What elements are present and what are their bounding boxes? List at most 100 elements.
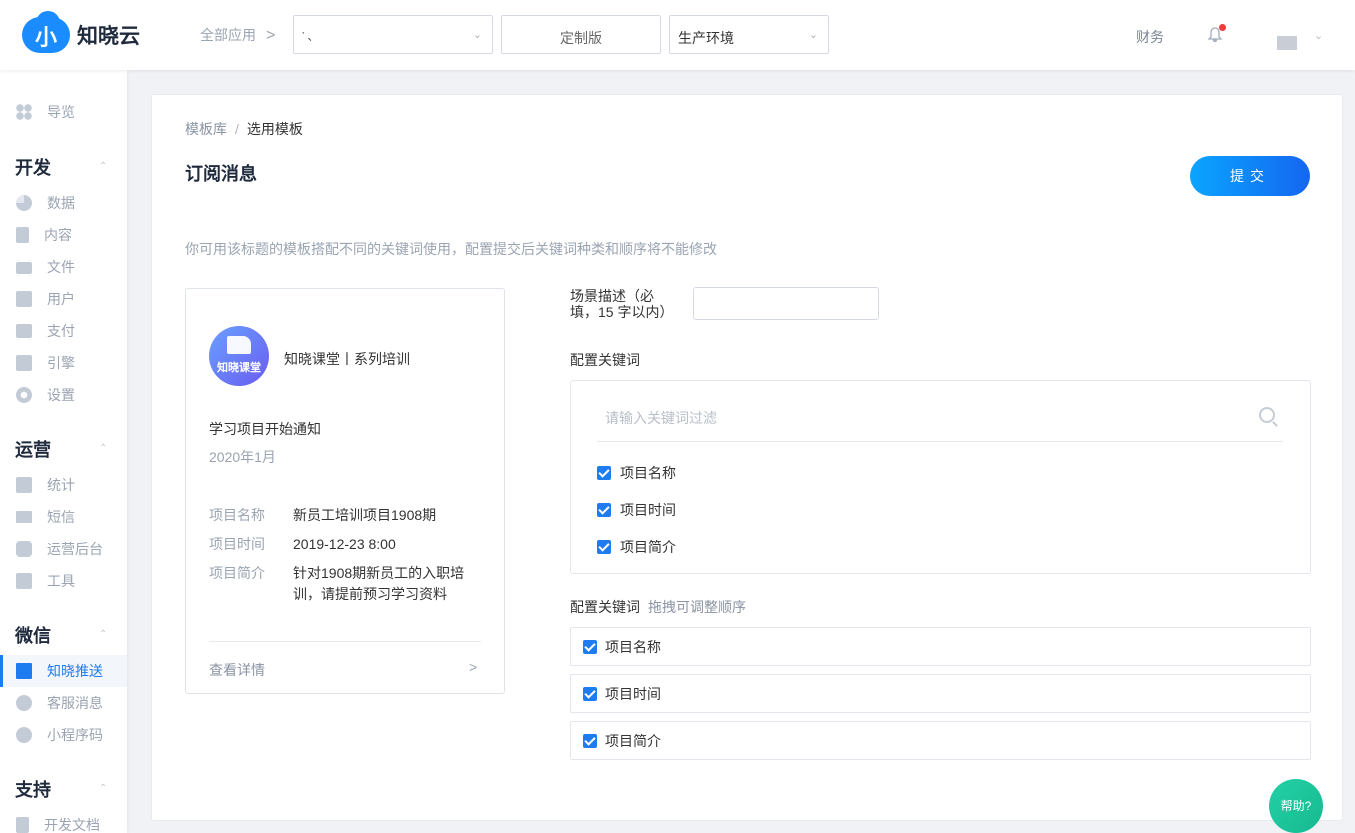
sidebar-item-overview[interactable]: 导览 (0, 96, 127, 128)
sidebar-item-tools[interactable]: 工具 (0, 565, 127, 597)
help-button[interactable]: 帮助? (1269, 779, 1323, 833)
sidebar-item-label: 工具 (47, 573, 75, 589)
group-dev[interactable]: 开发 (15, 154, 51, 180)
checkbox-checked-icon[interactable] (583, 733, 597, 748)
mail-icon (16, 511, 32, 523)
breadcrumb-current: 选用模板 (246, 121, 303, 137)
order-hint: 拖拽可调整顺序 (648, 599, 746, 615)
environment-select[interactable]: 生产环境 ⌄ (669, 15, 829, 54)
sidebar-item-pay[interactable]: 支付 (0, 315, 127, 347)
sidebar-item-files[interactable]: 文件 (0, 251, 127, 283)
headset-icon (16, 695, 32, 711)
top-bar: 小 知晓云 全部应用 > ‵ 、 ⌄ 定制版 生产环境 ⌄ 财务 ⌄ (0, 0, 1355, 70)
sidebar-item-label: 数据 (47, 195, 75, 211)
group-wechat[interactable]: 微信 (15, 622, 51, 648)
chevron-right-icon: > (266, 27, 276, 44)
order-item[interactable]: 项目简介 (570, 721, 1311, 760)
wrench-icon (16, 573, 32, 589)
sidebar-item-miniprogram[interactable]: 小程序码 (0, 719, 127, 751)
order-label-text: 配置关键词 (570, 599, 640, 615)
backend-icon (16, 541, 32, 557)
chevron-down-icon: ⌄ (808, 29, 818, 41)
keyword-filter-placeholder[interactable]: 请输入关键词过滤 (605, 408, 717, 428)
course-logo: 知晓课堂 (209, 326, 269, 386)
checkbox-checked-icon[interactable] (597, 466, 611, 480)
scene-label: 场景描述（必填，15 字以内） (570, 288, 674, 320)
sidebar-item-engine[interactable]: 引擎 (0, 347, 127, 379)
preview-key: 项目简介 (209, 565, 265, 581)
keyword-option-label: 项目名称 (620, 465, 676, 481)
chevron-up-icon[interactable]: ⌃ (99, 161, 107, 172)
keyword-filter[interactable]: 请输入关键词过滤 (597, 381, 1283, 442)
avatar[interactable] (1277, 36, 1297, 50)
submit-button[interactable]: 提交 (1190, 156, 1310, 196)
chevron-right-icon[interactable]: > (469, 659, 477, 675)
sidebar-item-settings[interactable]: 设置 (0, 379, 127, 411)
message-title: 学习项目开始通知 (209, 421, 321, 437)
sidebar-item-push[interactable]: 知晓推送 (0, 655, 127, 687)
sidebar-item-sms[interactable]: 短信 (0, 501, 127, 533)
sidebar-item-stats[interactable]: 统计 (0, 469, 127, 501)
keyword-option[interactable]: 项目时间 (597, 500, 676, 520)
keywords-label: 配置关键词 (570, 352, 640, 368)
sidebar-item-content[interactable]: 内容 (0, 219, 127, 251)
chevron-up-icon[interactable]: ⌃ (99, 443, 107, 454)
brand-glyph: 小 (34, 25, 57, 50)
code-document-icon (16, 817, 29, 833)
finance-link[interactable]: 财务 (1136, 27, 1164, 47)
chevron-down-icon[interactable]: ⌄ (1314, 29, 1323, 42)
group-support[interactable]: 支持 (15, 776, 51, 802)
template-card: 模板库 / 选用模板 订阅消息 提交 你可用该标题的模板搭配不同的关键词使用，配置提… (151, 94, 1343, 821)
course-logo-text: 知晓课堂 (217, 362, 261, 374)
grid-icon (16, 104, 32, 120)
edition-box[interactable]: 定制版 (501, 15, 661, 54)
chevron-up-icon[interactable]: ⌃ (99, 783, 107, 794)
environment-value: 生产环境 (678, 30, 734, 46)
sidebar-item-label: 用户 (47, 291, 75, 307)
scene-input[interactable] (693, 287, 879, 320)
folder-icon (16, 262, 32, 274)
checkbox-checked-icon[interactable] (583, 639, 597, 654)
brand-logo[interactable]: 小 知晓云 (22, 11, 140, 53)
notification-bell-icon[interactable] (1207, 24, 1226, 45)
order-label: 配置关键词 拖拽可调整顺序 (570, 597, 746, 617)
checkbox-checked-icon[interactable] (597, 540, 611, 554)
document-icon (16, 227, 29, 243)
sidebar-item-label: 内容 (44, 227, 72, 243)
unread-dot (1219, 24, 1226, 31)
sidebar-item-label: 设置 (47, 387, 75, 403)
all-apps-link[interactable]: 全部应用 > (200, 25, 275, 45)
view-details-link[interactable]: 查看详情 (209, 660, 265, 680)
group-ops[interactable]: 运营 (15, 436, 51, 462)
order-item[interactable]: 项目名称 (570, 627, 1311, 666)
order-item[interactable]: 项目时间 (570, 674, 1311, 713)
gear-icon (16, 387, 32, 403)
sidebar-item-ops-backend[interactable]: 运营后台 (0, 533, 127, 565)
message-preview: 知晓课堂 知晓课堂丨系列培训 学习项目开始通知 2020年1月 项目名称 新员工… (185, 288, 505, 694)
sidebar-item-data[interactable]: 数据 (0, 187, 127, 219)
pie-chart-icon (16, 195, 32, 211)
brand-name: 知晓云 (77, 25, 140, 48)
sidebar-item-users[interactable]: 用户 (0, 283, 127, 315)
sidebar-item-label: 知晓推送 (47, 663, 103, 679)
keyword-option[interactable]: 项目名称 (597, 463, 676, 483)
search-icon[interactable] (1259, 407, 1275, 423)
play-flag-icon (227, 336, 251, 354)
breadcrumb-template-library[interactable]: 模板库 (185, 121, 227, 137)
preview-value: 新员工培训项目1908期 (293, 507, 437, 523)
app-select-value: ‵ 、 (302, 31, 319, 43)
sidebar-item-label: 引擎 (47, 355, 75, 371)
sidebar-item-label: 短信 (47, 509, 75, 525)
table-icon (16, 663, 32, 679)
app-select[interactable]: ‵ 、 ⌄ (293, 15, 493, 54)
checkbox-checked-icon[interactable] (597, 503, 611, 517)
sidebar-item-devdocs[interactable]: 开发文档 (0, 809, 127, 833)
preview-key: 项目时间 (209, 536, 265, 552)
checkbox-checked-icon[interactable] (583, 686, 597, 701)
sidebar-item-cs[interactable]: 客服消息 (0, 687, 127, 719)
keyword-option[interactable]: 项目简介 (597, 537, 676, 557)
preview-key: 项目名称 (209, 507, 265, 523)
order-item-label: 项目名称 (605, 638, 661, 655)
keyword-option-label: 项目简介 (620, 539, 676, 555)
chevron-up-icon[interactable]: ⌃ (99, 629, 107, 640)
